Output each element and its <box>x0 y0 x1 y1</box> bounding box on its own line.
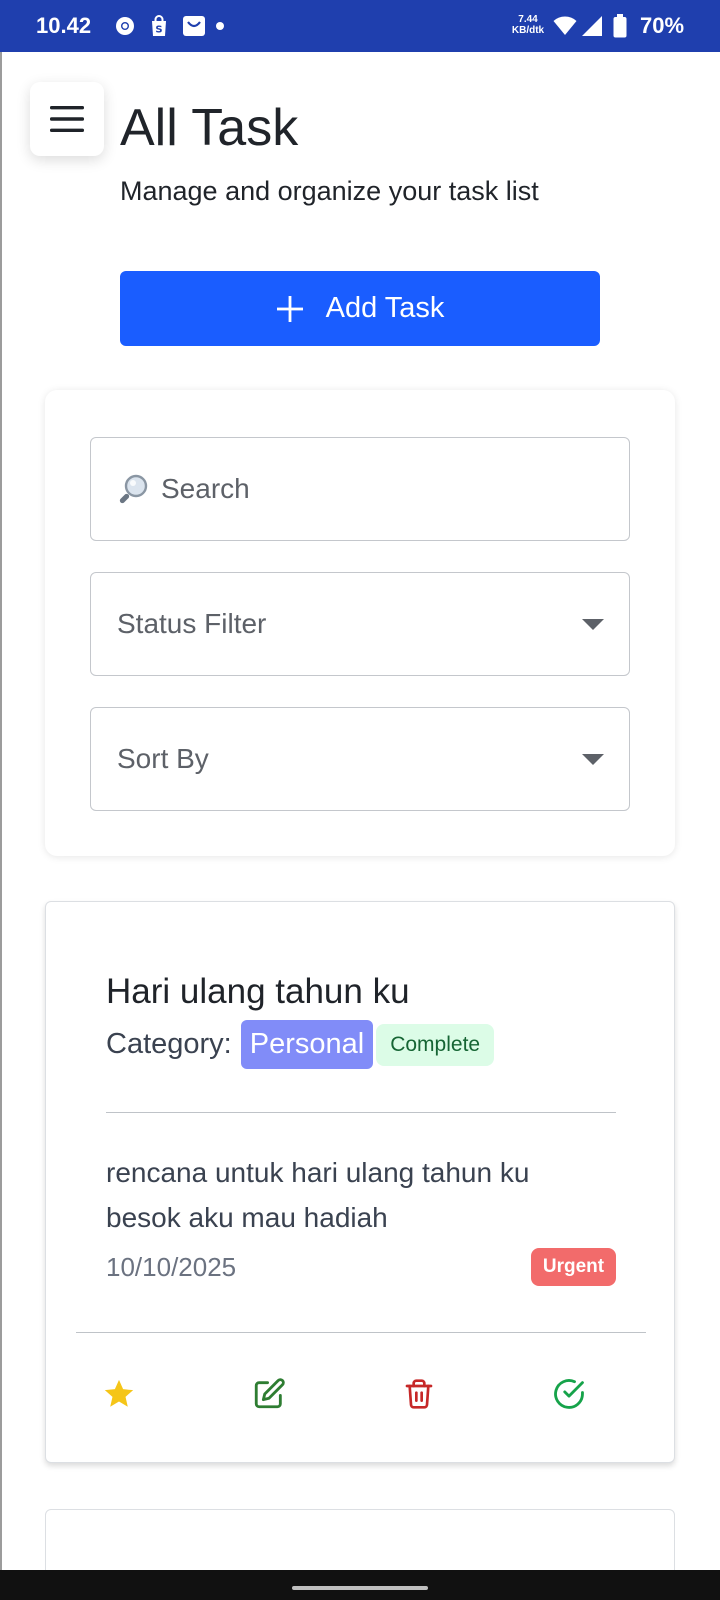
task-card: Hari ulang tahun ku Category: Personal C… <box>45 901 675 1463</box>
signal-icon <box>580 14 604 38</box>
check-circle-icon <box>554 1379 584 1409</box>
category-badge: Personal <box>240 1020 374 1069</box>
search-icon <box>119 474 148 504</box>
home-gesture-handle[interactable] <box>292 1586 428 1590</box>
app-frame-border <box>0 52 2 1570</box>
status-filter-label: Status Filter <box>117 608 267 639</box>
svg-text:S: S <box>155 25 162 36</box>
network-speed-value: 7.44 <box>518 14 538 25</box>
add-task-button[interactable]: Add Task <box>120 271 600 346</box>
shopping-bag-icon: S <box>148 14 170 38</box>
sort-by-label: Sort By <box>117 743 209 774</box>
chrome-icon <box>114 14 136 38</box>
filter-card: Status Filter Sort By <box>45 390 675 856</box>
trash-icon <box>405 1379 433 1409</box>
battery-percent: 70% <box>640 13 685 38</box>
favorite-button[interactable] <box>101 1376 137 1412</box>
sort-by-dropdown[interactable]: Sort By <box>90 707 630 811</box>
edit-icon <box>254 1378 285 1409</box>
divider <box>106 1112 616 1113</box>
task-category-row: Category: Personal Complete <box>106 1020 495 1069</box>
priority-badge: Urgent <box>531 1248 616 1286</box>
chevron-down-icon <box>582 619 604 630</box>
status-badge: Complete <box>376 1023 495 1066</box>
star-icon <box>104 1379 134 1407</box>
network-speed: 7.44 KB/dtk <box>506 14 550 36</box>
search-field[interactable] <box>90 437 630 541</box>
menu-button[interactable] <box>30 82 104 156</box>
task-description: rencana untuk hari ulang tahun ku besok … <box>106 1157 530 1233</box>
status-bar: 10.42 S 7.44 KB/dtk 70% <box>0 0 720 52</box>
add-task-label: Add Task <box>325 292 445 324</box>
complete-button[interactable] <box>551 1376 587 1412</box>
mail-icon <box>182 14 206 38</box>
edit-button[interactable] <box>251 1376 287 1412</box>
search-input[interactable] <box>161 473 581 505</box>
hamburger-icon <box>50 106 84 132</box>
task-date: 10/10/2025 <box>106 1252 237 1282</box>
dot-icon <box>214 14 226 38</box>
page-subtitle: Manage and organize your task list <box>120 176 539 206</box>
wifi-icon <box>552 14 578 38</box>
battery-icon <box>612 14 628 38</box>
category-label: Category: <box>106 1028 232 1060</box>
navigation-bar <box>0 1570 720 1600</box>
divider <box>76 1332 646 1333</box>
page-title: All Task <box>120 99 299 157</box>
status-filter-dropdown[interactable]: Status Filter <box>90 572 630 676</box>
network-speed-unit: KB/dtk <box>511 25 545 36</box>
chevron-down-icon <box>582 754 604 765</box>
delete-button[interactable] <box>401 1376 437 1412</box>
task-title: Hari ulang tahun ku <box>106 972 410 1011</box>
status-time: 10.42 <box>36 13 92 38</box>
plus-icon <box>276 295 303 322</box>
